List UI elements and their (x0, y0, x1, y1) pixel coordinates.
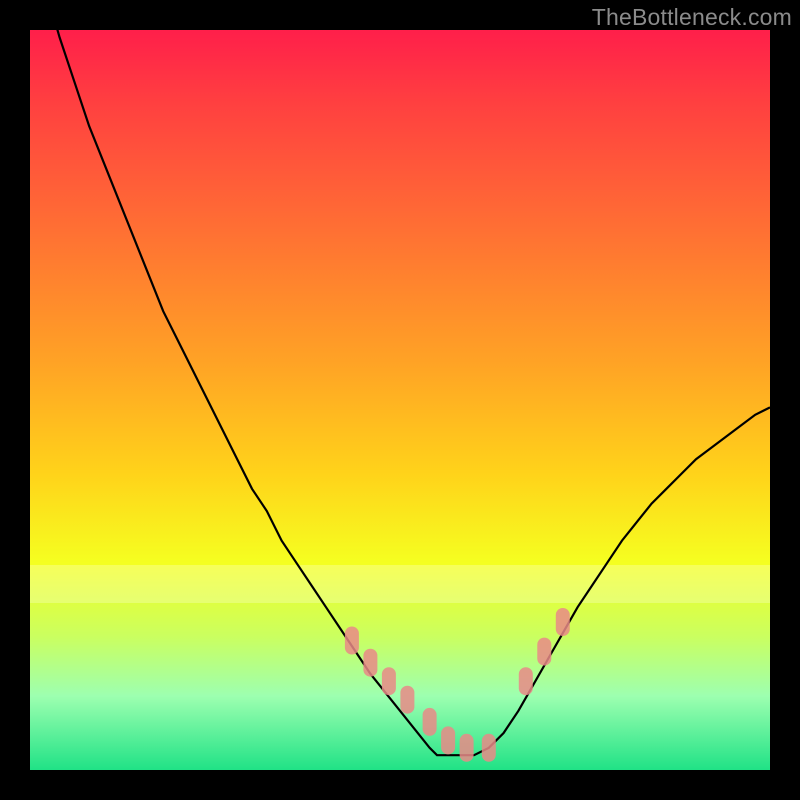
curve-marker (423, 708, 437, 736)
curve-marker (460, 734, 474, 762)
curve-marker (556, 608, 570, 636)
curve-marker (382, 667, 396, 695)
curve-marker (519, 667, 533, 695)
chart-frame: TheBottleneck.com (0, 0, 800, 800)
curve-marker (441, 726, 455, 754)
curve-marker (537, 638, 551, 666)
curve-marker (400, 686, 414, 714)
curve-marker (363, 649, 377, 677)
bottleneck-curve (30, 30, 770, 755)
watermark-text: TheBottleneck.com (592, 4, 792, 31)
plot-area (30, 30, 770, 770)
plot-svg (30, 30, 770, 770)
curve-marker (345, 627, 359, 655)
curve-marker (482, 734, 496, 762)
